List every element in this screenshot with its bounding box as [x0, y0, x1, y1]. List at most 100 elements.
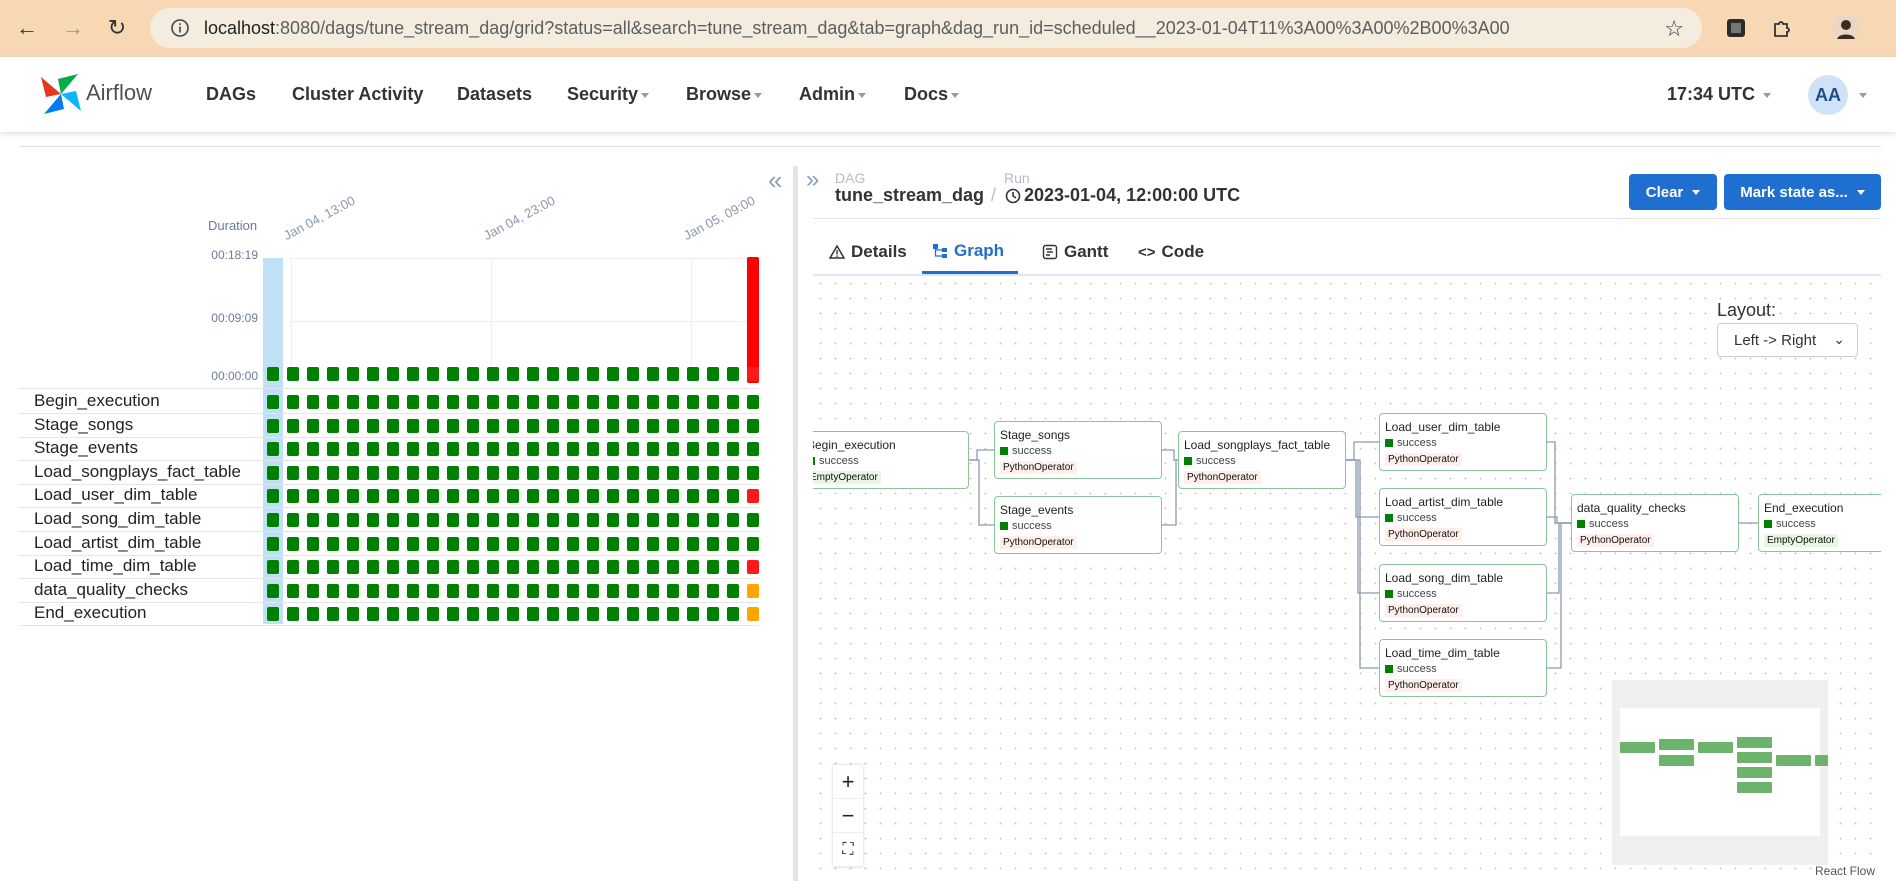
task-instance-cell[interactable] — [447, 465, 459, 480]
task-instance-cell[interactable] — [567, 465, 579, 480]
task-instance-cell[interactable] — [487, 395, 499, 409]
task-instance-cell[interactable] — [267, 536, 279, 551]
task-instance-cell[interactable] — [547, 513, 559, 527]
task-instance-cell[interactable] — [587, 418, 599, 433]
run-summary-cell[interactable] — [407, 367, 419, 381]
task-instance-cell[interactable] — [707, 418, 719, 433]
task-instance-cell[interactable] — [567, 489, 579, 504]
run-summary-cell[interactable] — [367, 367, 379, 381]
task-instance-cell[interactable] — [287, 395, 299, 409]
task-instance-cell[interactable] — [427, 442, 439, 457]
task-instance-cell[interactable] — [447, 560, 459, 575]
task-instance-cell[interactable] — [407, 607, 419, 622]
task-instance-cell[interactable] — [327, 489, 339, 504]
task-instance-cell[interactable] — [347, 442, 359, 457]
task-instance-cell[interactable] — [427, 418, 439, 433]
task-instance-cell[interactable] — [327, 583, 339, 598]
task-instance-cell[interactable] — [427, 489, 439, 504]
task-instance-cell[interactable] — [647, 513, 659, 527]
task-instance-cell[interactable] — [407, 442, 419, 457]
task-instance-cell[interactable] — [607, 560, 619, 575]
task-instance-cell[interactable] — [307, 536, 319, 551]
run-summary-cell[interactable] — [627, 367, 639, 381]
task-instance-cell[interactable] — [727, 465, 739, 480]
mark-state-button[interactable]: Mark state as... — [1724, 174, 1881, 210]
task-instance-cell[interactable] — [307, 513, 319, 527]
task-instance-cell[interactable] — [487, 418, 499, 433]
task-instance-cell[interactable] — [267, 395, 279, 409]
task-instance-cell[interactable] — [707, 489, 719, 504]
task-instance-cell[interactable] — [507, 442, 519, 457]
task-instance-cell[interactable] — [687, 418, 699, 433]
task-instance-cell[interactable] — [267, 560, 279, 575]
task-instance-cell[interactable] — [267, 442, 279, 457]
task-instance-cell[interactable] — [707, 465, 719, 480]
run-summary-cell[interactable] — [447, 367, 459, 381]
task-instance-cell[interactable] — [407, 465, 419, 480]
task-instance-cell[interactable] — [687, 489, 699, 504]
task-instance-cell[interactable] — [627, 513, 639, 527]
brand-name[interactable]: Airflow — [86, 80, 152, 106]
tab-details[interactable]: Details — [829, 230, 907, 274]
task-instance-cell[interactable] — [347, 465, 359, 480]
reload-icon[interactable]: ↻ — [100, 11, 134, 45]
task-instance-cell[interactable] — [527, 513, 539, 527]
task-instance-cell[interactable] — [447, 536, 459, 551]
task-instance-cell[interactable] — [607, 536, 619, 551]
task-instance-cell[interactable] — [427, 560, 439, 575]
task-instance-cell[interactable] — [587, 560, 599, 575]
run-summary-cell[interactable] — [567, 367, 579, 381]
task-instance-cell[interactable] — [667, 489, 679, 504]
task-instance-cell[interactable] — [507, 607, 519, 622]
task-instance-cell[interactable] — [667, 536, 679, 551]
task-instance-cell[interactable] — [627, 465, 639, 480]
task-instance-cell[interactable] — [347, 489, 359, 504]
task-instance-cell[interactable] — [407, 418, 419, 433]
task-instance-cell[interactable] — [427, 583, 439, 598]
task-instance-cell[interactable] — [687, 465, 699, 480]
nav-security[interactable]: Security — [567, 84, 650, 105]
run-summary-cell[interactable] — [527, 367, 539, 381]
task-instance-cell[interactable] — [267, 418, 279, 433]
task-name[interactable]: Load_artist_dim_table — [34, 533, 201, 553]
react-flow-attribution[interactable]: React Flow — [1815, 864, 1875, 878]
task-node[interactable]: Load_artist_dim_table success PythonOperat… — [1379, 488, 1547, 546]
run-summary-cell[interactable] — [647, 367, 659, 381]
task-instance-cell[interactable] — [687, 560, 699, 575]
task-instance-cell[interactable] — [667, 465, 679, 480]
task-instance-cell[interactable] — [707, 607, 719, 622]
task-instance-cell[interactable] — [507, 583, 519, 598]
task-instance-cell[interactable] — [327, 607, 339, 622]
task-instance-cell[interactable] — [507, 513, 519, 527]
task-instance-cell[interactable] — [367, 418, 379, 433]
run-summary-cell[interactable] — [347, 367, 359, 381]
task-instance-cell[interactable] — [687, 442, 699, 457]
task-instance-cell[interactable] — [627, 583, 639, 598]
task-instance-cell[interactable] — [587, 395, 599, 409]
task-instance-cell[interactable] — [727, 442, 739, 457]
task-instance-cell[interactable] — [607, 607, 619, 622]
task-instance-cell[interactable] — [647, 489, 659, 504]
forward-icon[interactable]: → — [56, 11, 90, 45]
profile-avatar-icon[interactable] — [1830, 12, 1862, 44]
task-instance-cell[interactable] — [667, 583, 679, 598]
task-instance-cell[interactable] — [527, 465, 539, 480]
task-instance-cell[interactable] — [467, 560, 479, 575]
task-instance-cell[interactable] — [567, 607, 579, 622]
task-instance-cell[interactable] — [487, 513, 499, 527]
task-instance-cell[interactable] — [607, 442, 619, 457]
task-instance-cell[interactable] — [607, 489, 619, 504]
task-node[interactable]: Load_songplays_fact_table success PythonOp… — [1178, 431, 1346, 489]
panel-resize-handle[interactable] — [793, 166, 798, 881]
breadcrumb-run-id[interactable]: 2023-01-04, 12:00:00 UTC — [1005, 185, 1240, 206]
layout-select[interactable]: Left -> Right ⌄ — [1717, 323, 1858, 357]
task-instance-cell[interactable] — [687, 395, 699, 409]
task-instance-cell[interactable] — [307, 442, 319, 457]
task-instance-cell[interactable] — [747, 395, 759, 409]
task-instance-cell[interactable] — [487, 465, 499, 480]
run-summary-cell[interactable] — [547, 367, 559, 381]
task-instance-cell[interactable] — [687, 607, 699, 622]
task-instance-cell[interactable] — [327, 442, 339, 457]
task-instance-cell[interactable] — [647, 583, 659, 598]
task-instance-cell[interactable] — [587, 536, 599, 551]
